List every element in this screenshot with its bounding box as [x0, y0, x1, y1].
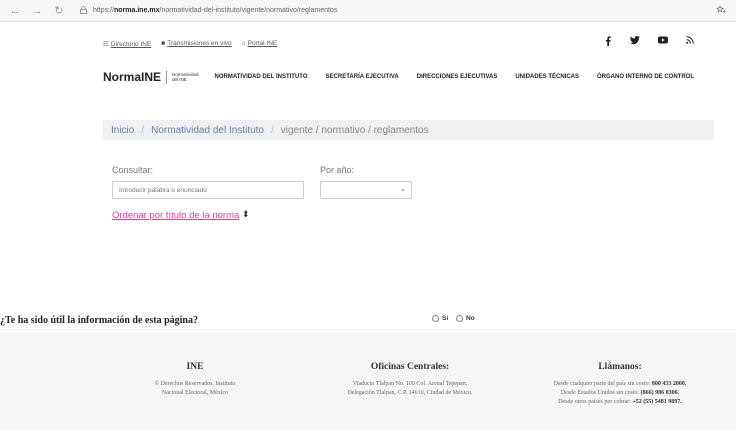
footer-phone-usa: Desde Estados Unidos sin costo: (866) 98…: [560, 390, 680, 396]
radio-no[interactable]: [456, 315, 463, 322]
twitter-icon[interactable]: [630, 36, 640, 48]
directorio-link[interactable]: ☷ Directorio INE: [103, 40, 151, 48]
consultar-label: Consultar:: [112, 165, 154, 175]
footer-llamanos-column: Llámanos: Desde cualquier parte del país…: [520, 362, 720, 407]
footer-oficinas-column: Oficinas Centrales: Viaducto Tlalpan No.…: [310, 362, 510, 398]
feedback-bar: ¿Te ha sido útil la información de esta …: [0, 310, 736, 330]
url-path: /normatividad-del-instituto/vigente/norm…: [159, 7, 338, 14]
footer-oficinas-title: Oficinas Centrales:: [370, 362, 450, 372]
feedback-yes-label: Sí: [442, 315, 449, 322]
nav-items: NORMATIVIDAD DEL INSTITUTO SECRETARÍA EJ…: [215, 74, 694, 80]
feedback-no-label: No: [466, 315, 475, 322]
video-camera-icon: ■: [161, 40, 166, 47]
utility-links: ☷ Directorio INE ■ Transmisiones en vivo ⌂…: [103, 40, 277, 48]
portal-link[interactable]: ⌂ Portal INE: [242, 40, 278, 48]
logo-subtitle: Normatividad del INE: [172, 72, 199, 82]
reload-icon[interactable]: ↻: [52, 4, 66, 17]
nav-item-direcciones[interactable]: DIRECCIONES EJECUTIVAS: [417, 74, 498, 80]
footer-oficinas-line-1: Viaducto Tlalpan No. 100 Col. Arenal Tep…: [352, 381, 468, 387]
search-input[interactable]: [112, 181, 304, 199]
breadcrumb-normatividad[interactable]: Normatividad del Instituto: [151, 125, 264, 136]
footer-ine-line-1: © Derechos Reservados, Instituto: [154, 381, 236, 387]
browser-toolbar: ← → ↻ https://norma.ine.mx/normatividad-…: [0, 0, 736, 22]
url-host: norma.ine.mx: [114, 7, 160, 14]
rss-icon[interactable]: [686, 36, 694, 48]
footer-ine-title: INE: [186, 362, 204, 372]
lock-icon: [80, 5, 87, 16]
address-bar[interactable]: https://norma.ine.mx/normatividad-del-in…: [80, 5, 338, 16]
forward-icon[interactable]: →: [30, 5, 44, 17]
breadcrumb: Inicio / Normatividad del Instituto / vi…: [103, 120, 714, 140]
logo-subtitle-line-2: del INE: [172, 77, 187, 82]
footer-llamanos-title: Llámanos:: [598, 362, 642, 372]
year-select[interactable]: ⌄: [320, 181, 412, 199]
feedback-yes-option[interactable]: Sí: [432, 315, 448, 322]
facebook-icon[interactable]: [604, 36, 612, 48]
breadcrumb-separator: /: [141, 124, 145, 136]
youtube-icon[interactable]: [658, 36, 668, 48]
transmisiones-link[interactable]: ■ Transmisiones en vivo: [161, 40, 231, 48]
nav-item-normatividad[interactable]: NORMATIVIDAD DEL INSTITUTO: [215, 74, 308, 80]
year-label: Por año:: [320, 165, 355, 175]
breadcrumb-separator: /: [270, 124, 274, 136]
social-links: [604, 36, 694, 48]
url-prefix: https://: [93, 7, 115, 14]
order-by-title-link[interactable]: Ordenar por título de la norma: [112, 210, 239, 221]
breadcrumb-inicio[interactable]: Inicio: [111, 125, 134, 136]
sort-icon[interactable]: ⬍: [242, 209, 250, 220]
chevron-down-icon: ⌄: [400, 186, 406, 193]
sitemap-icon: ☷: [103, 41, 109, 48]
site-logo[interactable]: NormaINE: [103, 70, 161, 84]
footer-ine-line-2: Nacional Electoral, México: [161, 390, 229, 396]
radio-yes[interactable]: [432, 315, 439, 322]
main-navigation: NormaINE Normatividad del INE NORMATIVID…: [103, 64, 708, 90]
footer-ine-column: INE © Derechos Reservados, Instituto Nac…: [110, 362, 280, 398]
footer: INE © Derechos Reservados, Instituto Nac…: [0, 332, 736, 430]
footer-oficinas-line-2: Delegación Tlalpan, C.P. 14610, Ciudad d…: [347, 390, 473, 396]
feedback-question: ¿Te ha sido útil la información de esta …: [0, 315, 198, 326]
nav-item-organo[interactable]: ÓRGANO INTERNO DE CONTROL: [597, 74, 694, 80]
footer-phone-national: Desde cualquier parte del país sin costo…: [553, 381, 687, 387]
footer-phone-international: Desde otros países por cobrar: +52 (55) …: [558, 399, 682, 405]
feedback-no-option[interactable]: No: [456, 315, 475, 322]
breadcrumb-current: vigente / normativo / reglamentos: [280, 124, 429, 136]
nav-item-secretaria[interactable]: SECRETARÍA EJECUTIVA: [326, 74, 399, 80]
nav-item-unidades[interactable]: UNIDADES TÉCNICAS: [515, 74, 579, 80]
favorites-icon[interactable]: [716, 5, 726, 17]
home-icon: ⌂: [241, 40, 246, 47]
back-icon[interactable]: ←: [8, 5, 22, 17]
logo-divider: [166, 70, 168, 84]
